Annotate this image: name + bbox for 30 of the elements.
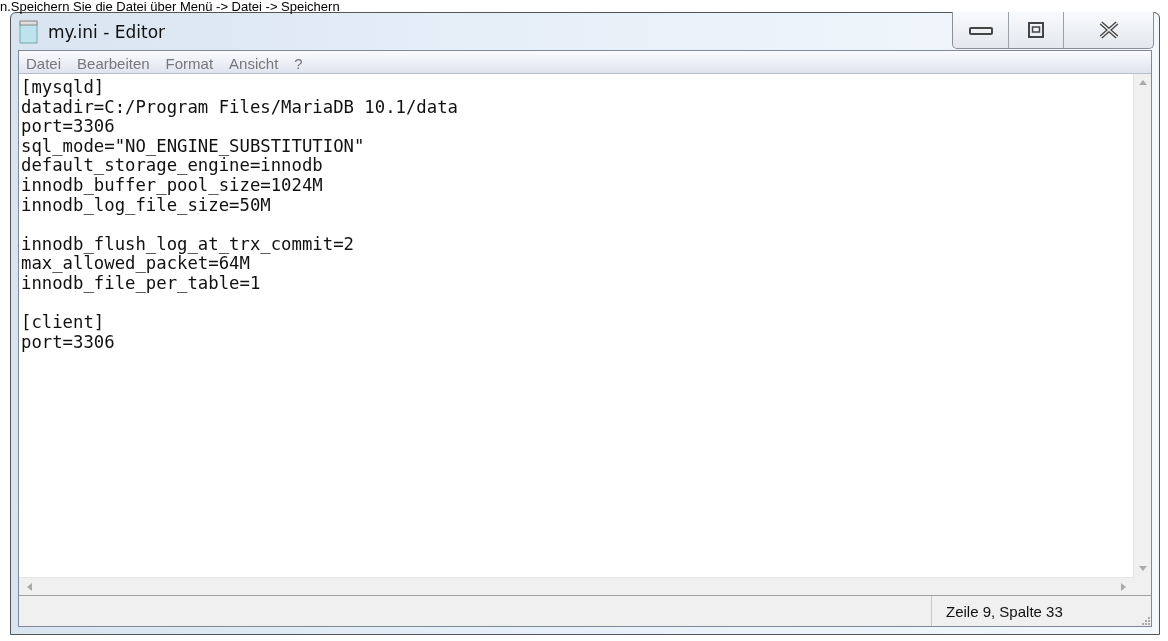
code-line: innodb_file_per_table=1 [21, 273, 261, 294]
code-line: datadir=C:/Program Files/MariaDB 10.1/data [21, 97, 458, 118]
menu-item[interactable]: ? [293, 54, 304, 72]
maximize-icon [1028, 22, 1044, 38]
code-line: [client] [21, 313, 105, 333]
menu-item[interactable]: Datei [25, 54, 63, 72]
cursor-position: Zeile 9, Spalte 33 [946, 602, 1063, 620]
code-line: innodb_log_file_size=50M [21, 195, 271, 216]
scroll-right-icon [1121, 582, 1126, 591]
scroll-up-icon [1138, 80, 1147, 85]
code-line: default_storage_engine=innodb [21, 156, 323, 176]
code-line: [mysqld] [21, 78, 105, 98]
code-line: max_allowed_packet=64M [21, 254, 250, 274]
code-line: innodb_flush_log_at_trx_commit=2 [21, 234, 354, 255]
code-line: sql_mode="NO_ENGINE_SUBSTITUTION" [21, 136, 365, 157]
code-line: port=3306 [21, 332, 115, 353]
caption-text: n.Speichern Sie die Datei über Menü -> Datei -> Speichern [0, 0, 341, 13]
vertical-scrollbar[interactable] [1133, 74, 1151, 577]
notepad-icon [18, 19, 40, 44]
menu-item[interactable]: Format [164, 54, 215, 72]
scroll-left-icon [27, 582, 32, 591]
menu-item[interactable]: Bearbeiten [76, 54, 151, 72]
menu-item[interactable]: Ansicht [228, 54, 280, 72]
code-line: innodb_buffer_pool_size=1024M [21, 175, 323, 196]
code-line: port=3306 [21, 117, 115, 137]
scroll-down-icon [1138, 566, 1147, 571]
window-title: my.ini - Editor [48, 21, 166, 42]
close-icon [1097, 21, 1120, 39]
horizontal-scrollbar[interactable] [19, 577, 1134, 595]
minimize-icon [968, 25, 993, 35]
